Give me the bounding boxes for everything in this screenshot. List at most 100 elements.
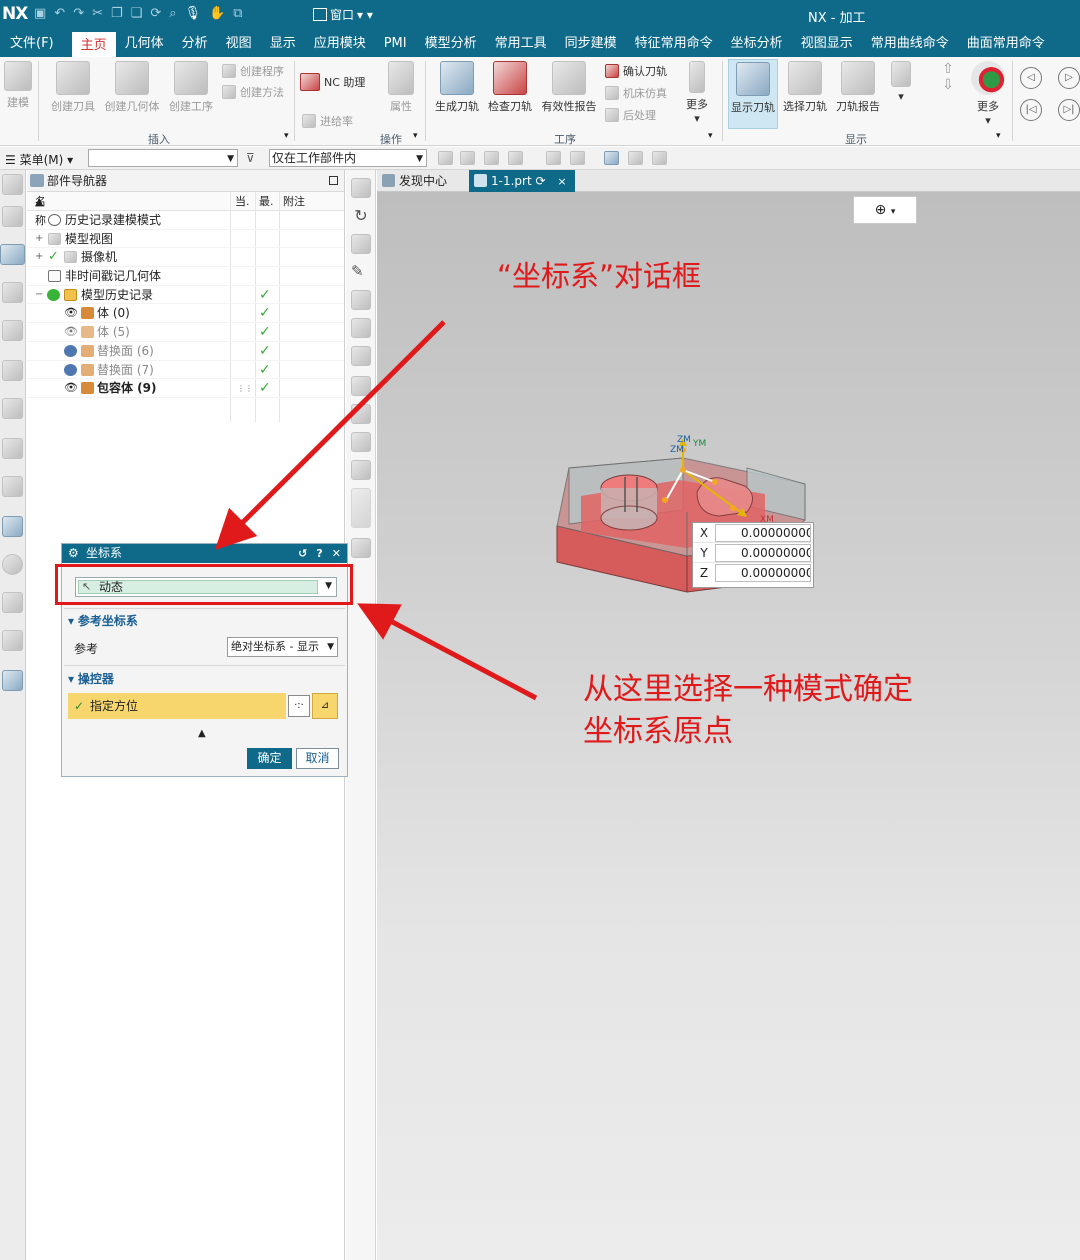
brush-icon[interactable]: ✎: [351, 262, 371, 282]
microphone-icon[interactable]: 🎙: [185, 6, 202, 21]
group-expander[interactable]: ▾: [996, 131, 1001, 141]
create-geometry-button[interactable]: 创建几何体: [102, 61, 162, 114]
tab-curve-commands[interactable]: 常用曲线命令: [862, 30, 958, 57]
last-icon[interactable]: ▷|: [1058, 99, 1080, 121]
touch-mode-icon[interactable]: ✋: [209, 6, 225, 21]
export-icon[interactable]: [351, 460, 371, 480]
move-up-down-button[interactable]: ⇧ ⇩: [940, 61, 956, 93]
verify-path-button[interactable]: 检查刀轨: [486, 61, 534, 114]
specify-orientation-row[interactable]: ✓ 指定方位: [68, 693, 286, 719]
maximize-icon[interactable]: [329, 176, 338, 185]
settings-icon[interactable]: [2, 174, 23, 195]
filter-button[interactable]: ▾: [890, 61, 912, 103]
coord-x-input[interactable]: 0.00000000: [715, 523, 811, 542]
group-expander[interactable]: ▾: [413, 131, 418, 141]
select-path-button[interactable]: 选择刀轨: [781, 61, 829, 114]
refresh-view-icon[interactable]: [351, 404, 371, 424]
part-navigator-icon[interactable]: [0, 244, 25, 265]
point-dialog-button[interactable]: ·:·: [288, 695, 310, 717]
paste-icon[interactable]: ❏: [131, 6, 143, 21]
tab-surface-commands[interactable]: 曲面常用命令: [958, 30, 1054, 57]
section-manipulator[interactable]: 操控器: [68, 670, 114, 687]
shade-icon[interactable]: [570, 151, 585, 165]
window-menu[interactable]: 窗口 ▾ ▾: [313, 6, 373, 23]
body-icon[interactable]: [546, 151, 561, 165]
more-display-button[interactable]: 更多 ▾: [968, 61, 1008, 127]
rotate-icon[interactable]: ↻: [351, 206, 371, 226]
generate-path-button[interactable]: 生成刀轨: [433, 61, 481, 114]
column-name[interactable]: 名称 ▲: [35, 192, 46, 227]
create-program-button[interactable]: 创建程序: [222, 63, 284, 79]
globe-icon[interactable]: [2, 516, 23, 537]
command-finder-icon[interactable]: ⌕: [169, 6, 176, 21]
layer-icon[interactable]: [351, 346, 371, 366]
column-latest[interactable]: 最.: [259, 192, 274, 211]
tree-row-replace-face-6[interactable]: 替换面 (6) ✓: [27, 342, 344, 361]
table-icon[interactable]: [2, 320, 23, 341]
vertical-tool-icon[interactable]: [351, 488, 371, 528]
eye-hidden-icon[interactable]: 👁: [64, 323, 78, 338]
select-all-icon[interactable]: [460, 151, 475, 165]
tree-row-model-views[interactable]: + 模型视图: [27, 230, 344, 249]
cancel-button[interactable]: 取消: [296, 748, 339, 769]
reference-select[interactable]: 绝对坐标系 - 显示 ▼: [227, 637, 338, 657]
gear-settings-icon[interactable]: [351, 318, 371, 338]
repeat-icon[interactable]: ⟳: [150, 6, 161, 21]
tab-applications[interactable]: 应用模块: [305, 30, 375, 57]
snap-icon[interactable]: [438, 151, 453, 165]
build-button[interactable]: 建模: [2, 61, 34, 110]
expand-icon[interactable]: +: [35, 248, 43, 266]
tab-home[interactable]: 主页: [71, 30, 116, 57]
show-path-button[interactable]: 显示刀轨: [728, 59, 778, 129]
cube-icon[interactable]: [2, 206, 23, 227]
next-icon[interactable]: ▷: [1058, 67, 1080, 89]
reuse-library-icon[interactable]: [2, 476, 23, 497]
tab-display[interactable]: 显示: [261, 30, 305, 57]
mcs-icon[interactable]: [604, 151, 619, 165]
column-current[interactable]: 当.: [235, 192, 250, 211]
section-reference-csys[interactable]: 参考坐标系: [68, 612, 138, 629]
tab-view-display[interactable]: 视图显示: [792, 30, 862, 57]
roles-icon[interactable]: [2, 438, 23, 459]
tree-row-bounding-body[interactable]: 👁 包容体 (9) ⋮⋮ ✓: [27, 379, 344, 398]
tab-view[interactable]: 视图: [217, 30, 261, 57]
validity-report-button[interactable]: 有效性报告: [540, 61, 598, 114]
tab-sync-modeling[interactable]: 同步建模: [556, 30, 626, 57]
post-process-button[interactable]: 后处理: [605, 107, 656, 123]
process-icon[interactable]: [2, 630, 23, 651]
tree-row-history-mode[interactable]: 历史记录建模模式: [27, 211, 344, 230]
first-icon[interactable]: |◁: [1020, 99, 1042, 121]
cut-icon[interactable]: ✂: [92, 6, 103, 21]
tab-part-file[interactable]: 1-1.prt ⟳ ×: [469, 170, 575, 192]
help-icon[interactable]: ?: [316, 544, 322, 563]
tab-common-tools[interactable]: 常用工具: [486, 30, 556, 57]
tab-model-analysis[interactable]: 模型分析: [416, 30, 486, 57]
tab-coord-analysis[interactable]: 坐标分析: [722, 30, 792, 57]
path-report-button[interactable]: 刀轨报告: [834, 61, 882, 114]
type-filter-select[interactable]: ▼: [88, 149, 238, 167]
tab-pmi[interactable]: PMI: [375, 30, 416, 57]
history-clock-icon[interactable]: [2, 554, 23, 575]
add-body-icon[interactable]: [351, 290, 371, 310]
assembly-icon[interactable]: [2, 282, 23, 303]
create-method-button[interactable]: 创建方法: [222, 84, 284, 100]
reset-icon[interactable]: ↺: [298, 544, 307, 563]
coord-z-input[interactable]: 0.00000000: [715, 564, 811, 582]
previous-icon[interactable]: ◁: [1020, 67, 1042, 89]
tree-icon[interactable]: [2, 398, 23, 419]
machine-icon[interactable]: [2, 360, 23, 381]
group-expander[interactable]: ▾: [284, 131, 289, 141]
coord-y-input[interactable]: 0.00000000: [715, 543, 811, 562]
copy-icon[interactable]: ❐: [111, 6, 123, 21]
create-tool-button[interactable]: 创建刀具: [48, 61, 98, 114]
tools-icon[interactable]: [2, 592, 23, 613]
refresh-icon[interactable]: ⟳: [536, 174, 546, 188]
undo-icon[interactable]: ↶: [54, 6, 65, 21]
gear-icon[interactable]: ⚙: [68, 544, 79, 563]
redo-icon[interactable]: ↷: [73, 6, 84, 21]
ruler-icon[interactable]: [351, 234, 371, 254]
tree-row-body-0[interactable]: 👁 体 (0) ✓: [27, 304, 344, 324]
confirm-path-button[interactable]: 确认刀轨: [605, 63, 667, 79]
shaded-icon[interactable]: [351, 178, 371, 198]
close-icon[interactable]: ×: [557, 175, 566, 188]
